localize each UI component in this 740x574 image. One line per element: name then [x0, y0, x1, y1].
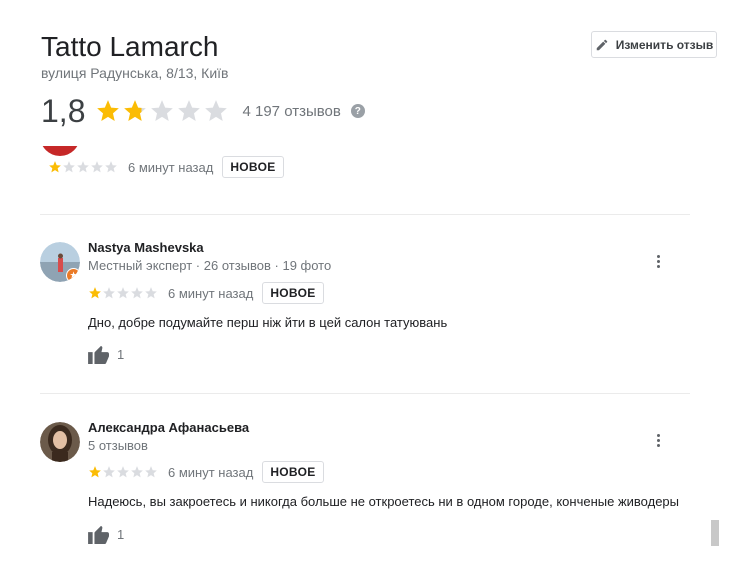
- thumbs-up-icon: [88, 345, 109, 364]
- avatar[interactable]: ★: [40, 242, 80, 282]
- new-badge: НОВОЕ: [262, 282, 324, 304]
- place-address: вулиця Радунська, 8/13, Київ: [41, 65, 229, 81]
- pencil-icon: [596, 39, 607, 50]
- new-badge: НОВОЕ: [222, 156, 284, 178]
- new-badge: НОВОЕ: [262, 461, 324, 483]
- review-time: 6 минут назад: [128, 159, 214, 175]
- review-text: Надеюсь, вы закроетесь и никогда больше …: [88, 494, 679, 509]
- divider: [40, 393, 690, 394]
- review-count[interactable]: 4 197 отзывов: [242, 103, 340, 120]
- reviewer-name[interactable]: Александра Афанасьева: [88, 420, 249, 435]
- divider: [40, 214, 690, 215]
- like-button[interactable]: 1: [88, 524, 124, 544]
- review-stars-line: 6 минут назад НОВОЕ: [48, 156, 284, 178]
- avatar[interactable]: [40, 146, 80, 156]
- scrollbar[interactable]: [711, 520, 719, 546]
- avatar[interactable]: [40, 422, 80, 462]
- help-icon[interactable]: ?: [350, 104, 365, 118]
- edit-review-label: Изменить отзыв: [615, 37, 714, 52]
- review-stars-line: 6 минут назад НОВОЕ: [88, 461, 324, 483]
- like-count: 1: [117, 346, 125, 362]
- more-options-icon[interactable]: [654, 433, 662, 448]
- review-time: 6 минут назад: [168, 285, 254, 301]
- reviewer-name[interactable]: Nastya Mashevska: [88, 240, 204, 255]
- review-stars: [88, 286, 158, 300]
- reviewer-meta: 5 отзывов: [88, 438, 148, 453]
- review-time: 6 минут назад: [168, 464, 254, 480]
- review-stars-line: 6 минут назад НОВОЕ: [88, 282, 324, 304]
- rating-value: 1,8: [41, 93, 86, 129]
- like-count: 1: [117, 526, 125, 542]
- rating-summary: 1,8 4 197 отзывов ?: [41, 93, 365, 129]
- review-stars: [88, 465, 158, 479]
- edit-review-button[interactable]: Изменить отзыв: [591, 31, 717, 58]
- local-guide-icon: ★: [66, 268, 80, 282]
- reviews-list[interactable]: 6 минут назад НОВОЕ ★ Nastya Mashevska М…: [0, 146, 740, 574]
- review-stars: [48, 160, 118, 174]
- reviewer-meta: Местный эксперт · 26 отзывов · 19 фото: [88, 258, 332, 273]
- more-options-icon[interactable]: [654, 254, 662, 269]
- rating-stars: [95, 98, 230, 124]
- review-text: Дно, добре подумайте перш ніж йти в цей …: [88, 315, 448, 330]
- like-button[interactable]: 1: [88, 344, 124, 364]
- thumbs-up-icon: [88, 525, 109, 544]
